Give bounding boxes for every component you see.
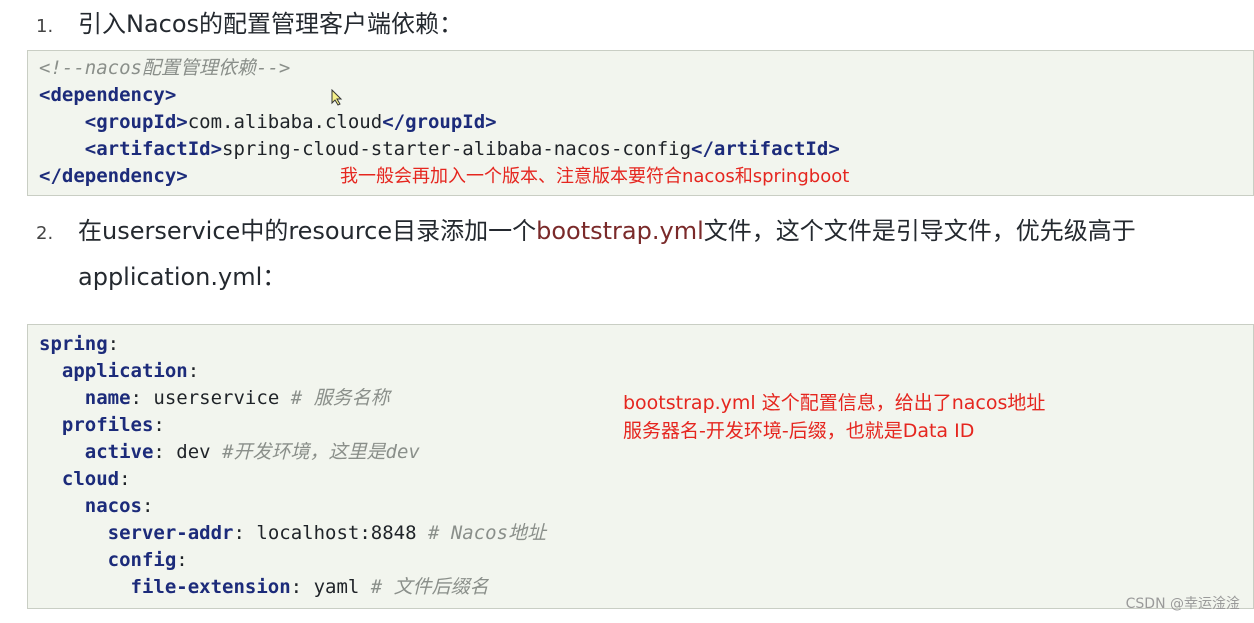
yaml-value: userservice <box>141 387 280 409</box>
yaml-key: active <box>84 441 154 463</box>
yaml-line: file-extension: yaml # 文件后缀名 <box>130 576 489 598</box>
code-line-comment: <!--nacos配置管理依赖--> <box>39 55 290 82</box>
yaml-line: nacos: <box>84 495 154 517</box>
step-2-number: 2. <box>36 223 54 244</box>
yaml-value: dev <box>164 441 211 463</box>
yaml-key: cloud <box>61 468 120 490</box>
yaml-key: name <box>84 387 131 409</box>
artifactid-open-tag: <artifactId> <box>84 138 223 160</box>
yaml-key: application <box>61 360 188 382</box>
yaml-line: server-addr: localhost:8848 # Nacos地址 <box>107 522 547 544</box>
yaml-line: active: dev #开发环境，这里是dev <box>84 441 420 463</box>
bootstrap-annotation-line-1: bootstrap.yml 这个配置信息，给出了nacos地址 <box>623 392 1046 414</box>
bootstrap-yml-code-block: spring: application: name: userservice #… <box>27 324 1254 609</box>
artifactid-value: spring-cloud-starter-alibaba-nacos-confi… <box>222 138 692 160</box>
yaml-line: name: userservice # 服务名称 <box>84 387 390 409</box>
dependency-code-block: <!--nacos配置管理依赖--> <dependency> <groupId… <box>27 50 1254 196</box>
step-1-text: 引入Nacos的配置管理客户端依赖： <box>78 10 464 38</box>
yaml-key: spring <box>39 333 108 355</box>
groupid-close-tag: </groupId> <box>382 111 497 133</box>
yaml-key: file-extension <box>130 576 291 598</box>
dependency-close-tag: </dependency> <box>39 165 188 187</box>
yaml-value: localhost:8848 <box>244 522 417 544</box>
step-1-heading: 1. 引入Nacos的配置管理客户端依赖： <box>36 9 463 42</box>
step-2-continuation: application.yml： <box>78 263 287 291</box>
yaml-value: yaml <box>302 576 360 598</box>
groupid-value: com.alibaba.cloud <box>187 111 383 133</box>
step-2-text-after: 文件，这个文件是引导文件，优先级高于 <box>703 217 1136 245</box>
bootstrap-annotation-line-2: 服务器名-开发环境-后缀，也就是Data ID <box>623 420 975 442</box>
yaml-comment: # 服务名称 <box>279 387 390 409</box>
yaml-line: application: <box>61 360 200 382</box>
yaml-comment: # Nacos地址 <box>416 522 547 544</box>
bootstrap-yml-highlight: bootstrap.yml <box>536 217 704 245</box>
artifactid-close-tag: </artifactId> <box>691 138 840 160</box>
step-2-heading: 2. 在userservice中的resource目录添加一个bootstrap.… <box>36 216 1136 249</box>
yaml-comment: # 文件后缀名 <box>359 576 489 598</box>
yaml-key: server-addr <box>107 522 234 544</box>
yaml-line: cloud: <box>61 468 131 490</box>
xml-comment: <!--nacos配置管理依赖--> <box>39 57 291 79</box>
yaml-comment: #开发环境，这里是dev <box>210 441 420 463</box>
code-line-groupid: <groupId>com.alibaba.cloud</groupId> <box>39 109 497 136</box>
yaml-line: spring: <box>39 333 120 355</box>
dependency-open-tag: <dependency> <box>39 84 177 106</box>
step-2-text-before: 在userservice中的resource目录添加一个 <box>78 217 537 245</box>
yaml-key: config <box>107 549 177 571</box>
version-annotation: 我一般会再加入一个版本、注意版本要符合nacos和springboot <box>340 166 850 187</box>
yaml-key: nacos <box>84 495 142 517</box>
yaml-key: profiles <box>61 414 154 436</box>
code-line-artifactid: <artifactId>spring-cloud-starter-alibaba… <box>39 136 840 163</box>
groupid-open-tag: <groupId> <box>84 111 188 133</box>
mouse-cursor-icon <box>331 89 343 106</box>
yaml-line: config: <box>107 549 188 571</box>
code-line-dependency-open: <dependency> <box>39 82 176 109</box>
code-line-dependency-close: </dependency> <box>39 163 188 190</box>
yaml-line: profiles: <box>61 414 165 436</box>
csdn-watermark: CSDN @幸运淦淦 <box>1125 596 1240 612</box>
step-1-number: 1. <box>36 16 54 37</box>
